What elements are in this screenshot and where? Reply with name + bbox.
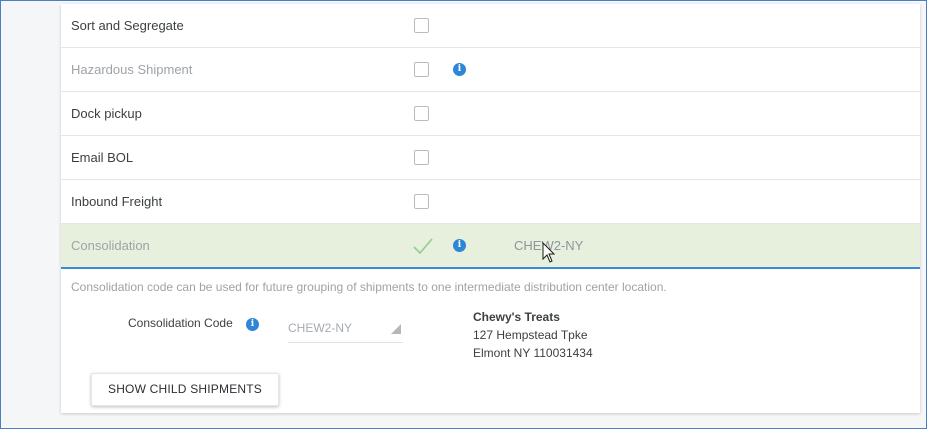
info-icon[interactable]: i <box>453 239 466 252</box>
hazardous-shipment-checkbox[interactable] <box>414 62 429 77</box>
options-panel: Sort and Segregate Hazardous Shipment i … <box>61 4 920 413</box>
address-street: 127 Hempstead Tpke <box>473 328 588 342</box>
option-row-inbound-freight: Inbound Freight <box>61 180 920 224</box>
info-icon[interactable]: i <box>453 63 466 76</box>
consolidation-description: Consolidation code can be used for futur… <box>71 280 667 294</box>
address-block: Chewy's Treats 127 Hempstead Tpke Elmont… <box>473 308 593 362</box>
option-row-sort-and-segregate: Sort and Segregate <box>61 4 920 48</box>
option-label: Dock pickup <box>71 106 142 121</box>
address-name: Chewy's Treats <box>473 310 560 324</box>
info-icon[interactable]: i <box>246 318 259 331</box>
dock-pickup-checkbox[interactable] <box>414 106 429 121</box>
show-child-shipments-button[interactable]: SHOW CHILD SHIPMENTS <box>91 373 279 406</box>
option-label: Inbound Freight <box>71 194 163 209</box>
dropdown-arrow-icon <box>391 324 401 334</box>
check-icon[interactable] <box>412 236 434 256</box>
option-label: Email BOL <box>71 150 134 165</box>
address-city: Elmont NY 110031434 <box>473 346 593 360</box>
window-frame: Sort and Segregate Hazardous Shipment i … <box>0 0 927 429</box>
inbound-freight-checkbox[interactable] <box>414 194 429 209</box>
option-label: Consolidation <box>71 238 150 253</box>
cursor-icon <box>542 242 556 263</box>
email-bol-checkbox[interactable] <box>414 150 429 165</box>
consolidation-code-label: Consolidation Code <box>128 316 233 330</box>
sort-and-segregate-checkbox[interactable] <box>414 18 429 33</box>
consolidation-code-select[interactable]: CHEW2-NY <box>288 313 403 343</box>
option-row-email-bol: Email BOL <box>61 136 920 180</box>
consolidation-code-value: CHEW2-NY <box>288 321 353 335</box>
option-row-dock-pickup: Dock pickup <box>61 92 920 136</box>
option-label: Hazardous Shipment <box>71 62 193 77</box>
option-row-hazardous-shipment: Hazardous Shipment i <box>61 48 920 92</box>
option-label: Sort and Segregate <box>71 18 184 33</box>
option-row-consolidation[interactable]: Consolidation i CHEW2-NY <box>61 224 920 269</box>
